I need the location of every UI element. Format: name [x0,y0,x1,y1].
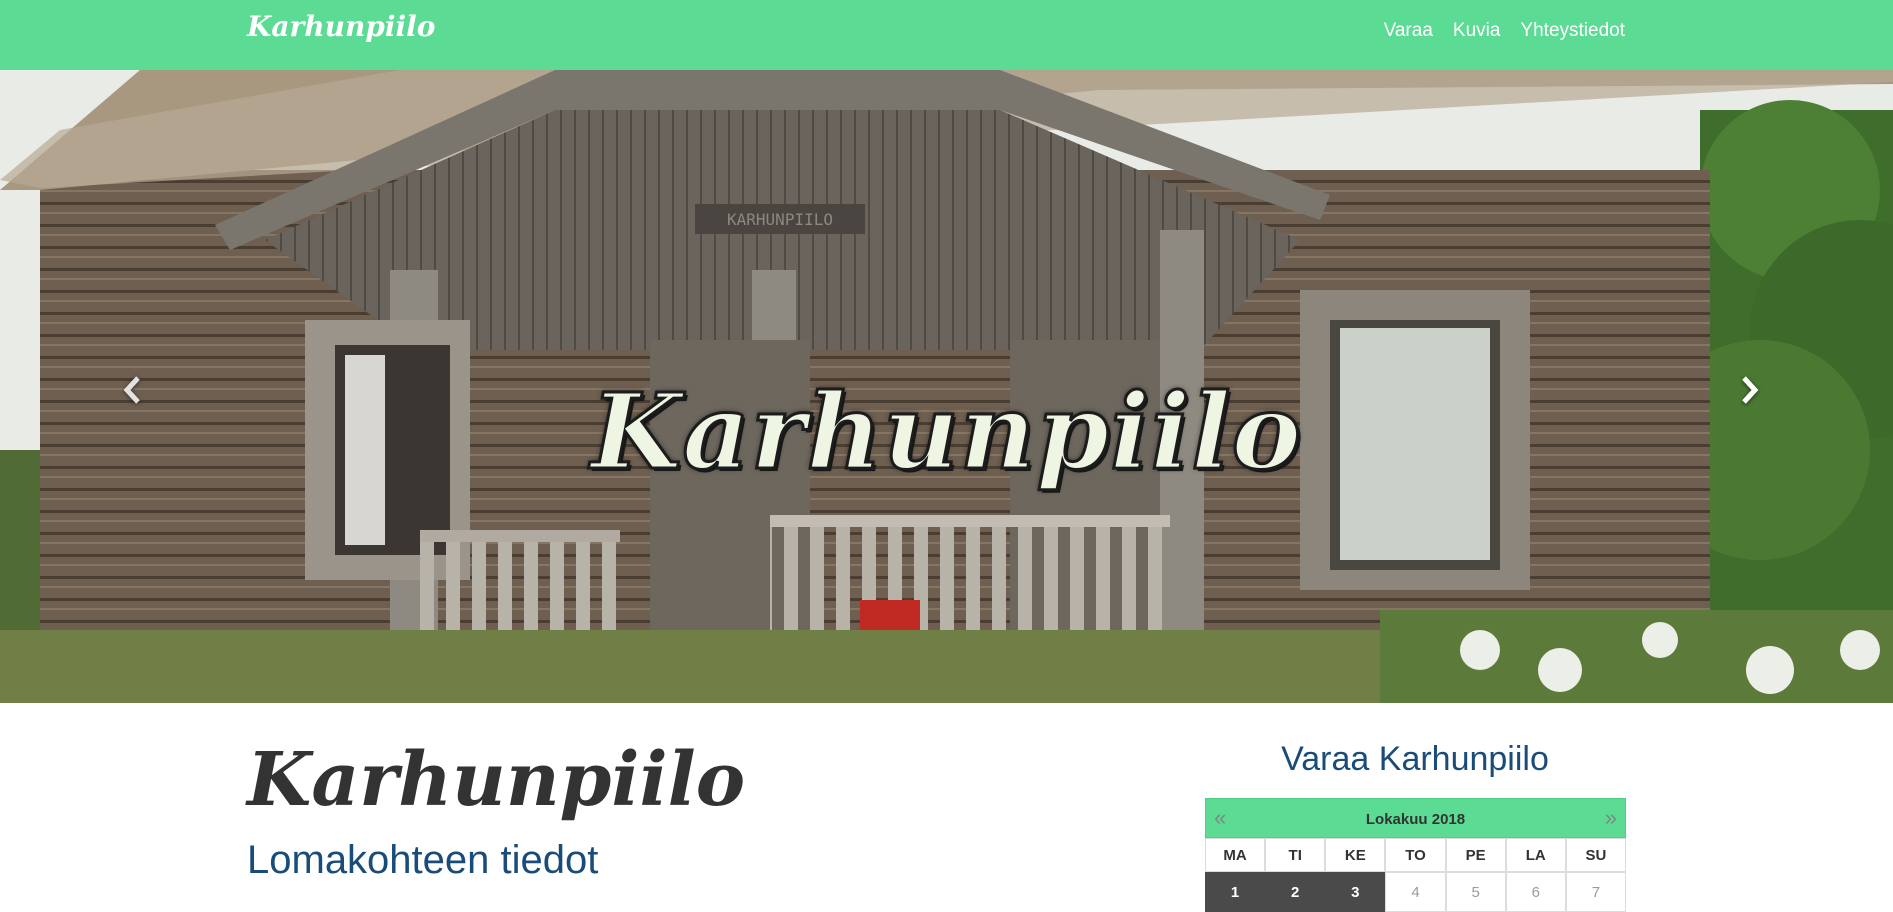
hero-carousel: KARHUNPIILO Karhunpiilo [0,70,1893,703]
weekday-label: TO [1385,838,1446,872]
calendar-day[interactable]: 5 [1445,872,1506,912]
carousel-next-button[interactable] [1720,360,1780,420]
page-title: Karhunpiilo [247,737,746,823]
calendar-day[interactable]: 7 [1565,872,1626,912]
booking-title: Varaa Karhunpiilo [1281,740,1549,778]
calendar-day-booked[interactable]: 3 [1325,872,1386,912]
weekday-label: LA [1505,838,1566,872]
chevron-left-icon [123,376,140,404]
calendar-day[interactable]: 6 [1505,872,1566,912]
calendar-day-booked[interactable]: 2 [1265,872,1326,912]
hero-title: Karhunpiilo [589,369,1303,495]
weekday-label: PE [1445,838,1506,872]
weekday-label: TI [1265,838,1326,872]
calendar-day-booked[interactable]: 1 [1205,872,1266,912]
calendar-weekday-row: MA TI KE TO PE LA SU [1205,838,1626,872]
calendar-month-label: Lokakuu 2018 [1365,811,1466,828]
nav-link-kuvia[interactable]: Kuvia [1453,20,1501,42]
calendar-header: « Lokakuu 2018 » [1205,798,1626,838]
calendar-day[interactable]: 4 [1385,872,1446,912]
navbar: Karhunpiilo Varaa Kuvia Yhteystiedot [0,0,1893,70]
calendar-next-button[interactable]: » [1605,805,1617,831]
calendar-date-row: 1 2 3 4 5 6 7 [1205,872,1626,912]
brand-logo[interactable]: Karhunpiilo [247,10,435,43]
page-subtitle: Lomakohteen tiedot [247,838,599,882]
nav-link-varaa[interactable]: Varaa [1384,20,1433,42]
weekday-label: MA [1205,838,1266,872]
weekday-label: KE [1325,838,1386,872]
cabin-sign-text: KARHUNPIILO [727,210,833,229]
carousel-prev-button[interactable] [102,360,162,420]
chevron-right-icon [1742,376,1759,404]
weekday-label: SU [1565,838,1626,872]
nav-menu: Varaa Kuvia Yhteystiedot [1384,20,1625,42]
nav-link-yhteystiedot[interactable]: Yhteystiedot [1520,20,1625,42]
